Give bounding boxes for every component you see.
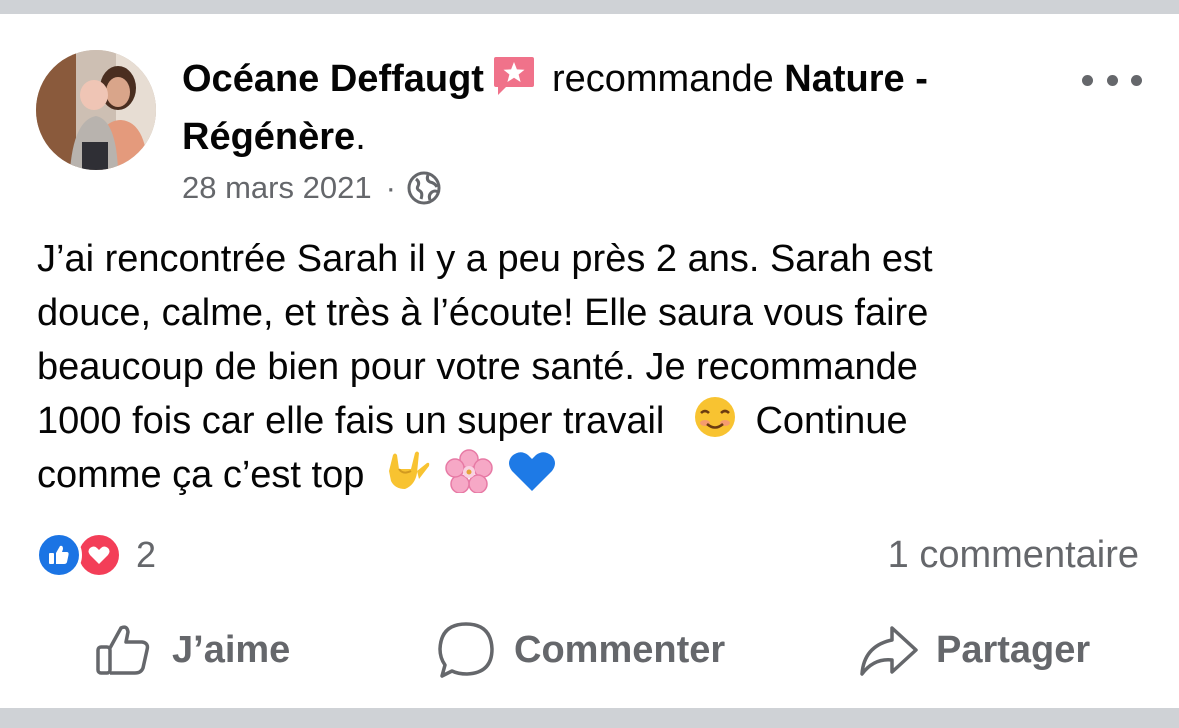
share-label: Partager — [936, 628, 1091, 671]
post-line: beaucoup de bien pour votre santé. Je re… — [37, 346, 918, 388]
thumbs-up-icon — [49, 545, 69, 564]
globe-icon — [407, 171, 441, 205]
cherry-blossom-emoji — [445, 449, 494, 493]
post-body: J’ai rencontrée Sarah il y a peu près 2 … — [37, 232, 1147, 502]
like-label: J’aime — [172, 628, 291, 671]
post-line: douce, calme, et très à l’écoute! Elle s… — [37, 292, 929, 334]
like-button[interactable]: J’aime — [94, 620, 290, 680]
recommendation-badge-icon — [493, 57, 534, 95]
more-dot — [1106, 74, 1118, 86]
post-meta: 28 mars 2021 · — [182, 168, 442, 208]
bottom-divider — [0, 708, 1179, 728]
more-dot — [1082, 74, 1093, 86]
post-line-part: 1000 fois car elle fais un super travail — [37, 400, 665, 442]
post-line: 1000 fois car elle fais un super travail… — [37, 394, 1147, 448]
heart-icon — [88, 546, 110, 564]
comment-label: Commenter — [514, 628, 726, 671]
header-period: . — [355, 116, 366, 158]
more-options-icon[interactable] — [1082, 62, 1142, 98]
more-dot — [1131, 74, 1142, 86]
reaction-count: 2 — [136, 534, 157, 575]
top-divider — [0, 0, 1179, 14]
recommend-verb: recommande — [551, 58, 774, 100]
share-button[interactable]: Partager — [858, 620, 1090, 680]
author-name[interactable]: Océane Deffaugt — [182, 58, 484, 100]
post-date[interactable]: 28 mars 2021 — [182, 170, 372, 206]
post-line: comme ça c’est top — [37, 448, 1147, 502]
share-arrow-icon — [860, 626, 918, 676]
love-icon — [76, 532, 122, 578]
comments-count[interactable]: 1 commentaire — [888, 532, 1139, 578]
post-line-part: comme ça c’est top — [37, 454, 365, 496]
post-line: J’ai rencontrée Sarah il y a peu près 2 … — [37, 238, 933, 280]
smiling-face-emoji — [694, 397, 735, 437]
love-you-hand-emoji — [388, 451, 430, 489]
reactions-summary[interactable]: 2 — [36, 532, 156, 578]
avatar[interactable] — [36, 50, 156, 170]
comment-bubble-icon — [438, 622, 494, 678]
action-bar: J’aime Commenter Partager — [0, 620, 1179, 680]
post-line-part: Continue — [755, 400, 908, 442]
comment-button[interactable]: Commenter — [436, 620, 725, 680]
post-header: Océane Deffaugt recommande Nature - Régé… — [182, 50, 1082, 166]
avatar-photo — [36, 50, 156, 170]
blue-heart-emoji — [509, 452, 556, 491]
meta-separator: · — [385, 170, 396, 205]
like-icon — [36, 532, 82, 578]
thumbs-up-outline-icon — [96, 625, 150, 675]
